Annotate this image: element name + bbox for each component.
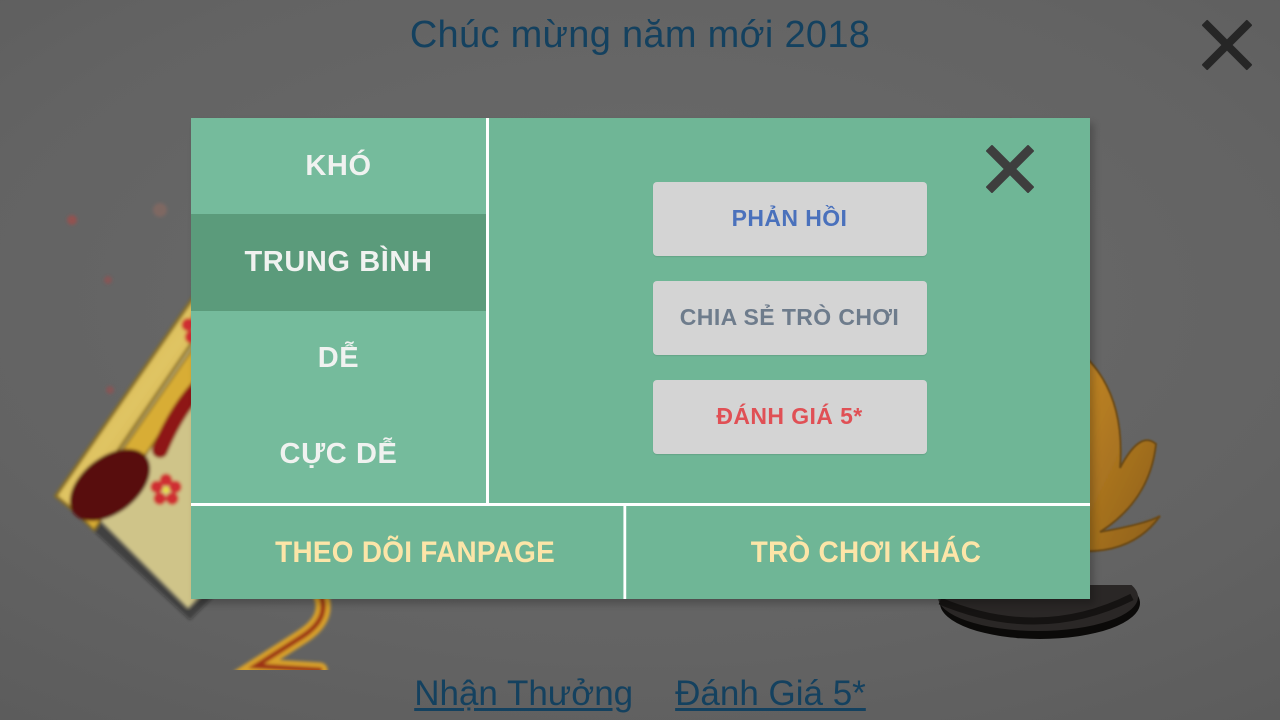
footer-label: TRÒ CHƠI KHÁC [750, 535, 982, 569]
dialog-footer: THEO DÕI FANPAGE TRÒ CHƠI KHÁC [191, 503, 1090, 599]
footer-label: THEO DÕI FANPAGE [275, 535, 556, 569]
rate-5-stars-button[interactable]: ĐÁNH GIÁ 5* [652, 379, 927, 454]
other-games-button[interactable]: TRÒ CHƠI KHÁC [658, 506, 1075, 599]
dialog-close-x-icon[interactable] [977, 136, 1043, 202]
claim-reward-link[interactable]: Nhận Thưởng [414, 674, 633, 714]
page-title: Chúc mừng năm mới 2018 [409, 14, 871, 56]
difficulty-label: KHÓ [305, 149, 372, 182]
difficulty-list: KHÓ TRUNG BÌNH DỄ CỰC DỄ [191, 118, 489, 503]
difficulty-item-medium[interactable]: TRUNG BÌNH [191, 214, 486, 311]
bottom-links: Nhận Thưởng Đánh Giá 5* [0, 674, 1280, 714]
difficulty-item-easy[interactable]: DỄ [191, 311, 486, 407]
feedback-button[interactable]: PHẢN HỒI [652, 181, 927, 256]
difficulty-item-hard[interactable]: KHÓ [191, 118, 486, 214]
difficulty-label: TRUNG BÌNH [244, 245, 433, 278]
game-screen: Chúc mừng năm mới 2018 KHÓ TRUNG BÌNH DỄ… [0, 0, 1280, 720]
difficulty-label: DỄ [317, 342, 360, 375]
settings-dialog: KHÓ TRUNG BÌNH DỄ CỰC DỄ PHẢN HỒI CHIA S… [191, 118, 1090, 599]
rate-5-stars-link[interactable]: Đánh Giá 5* [675, 674, 866, 714]
close-x-icon[interactable] [1190, 8, 1264, 82]
difficulty-label: CỰC DỄ [279, 438, 398, 471]
follow-fanpage-button[interactable]: THEO DÕI FANPAGE [207, 506, 627, 599]
action-panel: PHẢN HỒI CHIA SẺ TRÒ CHƠI ĐÁNH GIÁ 5* [489, 118, 1090, 503]
difficulty-item-very-easy[interactable]: CỰC DỄ [191, 407, 486, 503]
dialog-body: KHÓ TRUNG BÌNH DỄ CỰC DỄ PHẢN HỒI CHIA S… [191, 118, 1090, 503]
share-game-button[interactable]: CHIA SẺ TRÒ CHƠI [652, 280, 927, 355]
